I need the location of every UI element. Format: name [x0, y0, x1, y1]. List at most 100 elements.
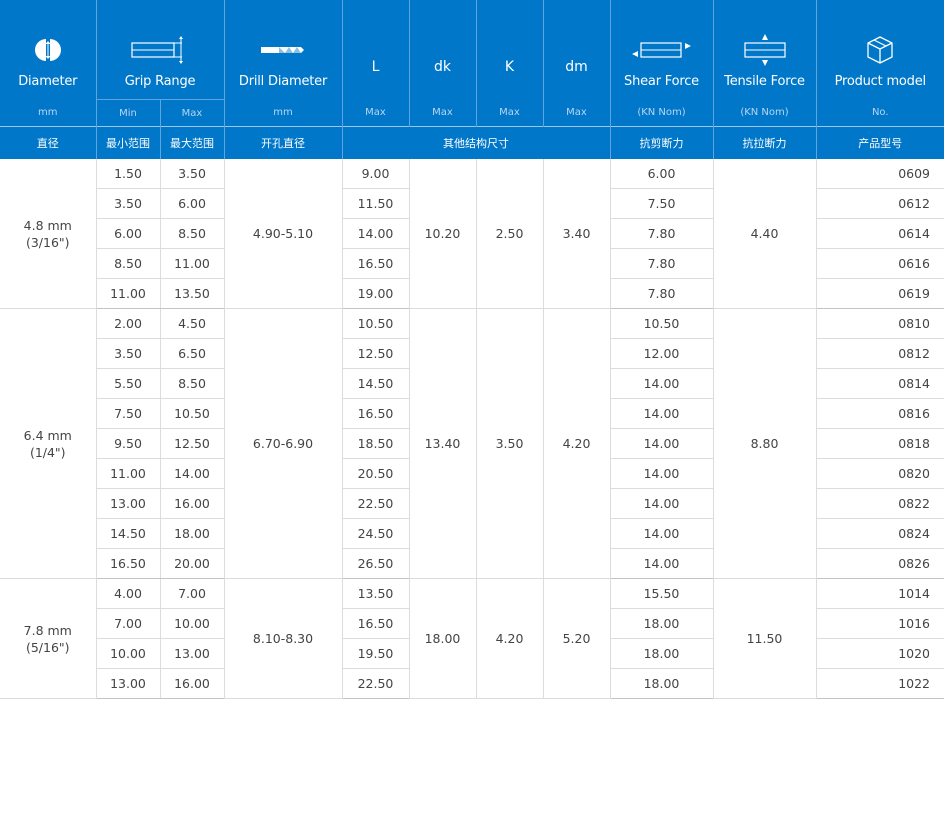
dk-title: dk — [434, 59, 451, 76]
grip-max-cell: 20.00 — [159, 548, 224, 579]
table-row: 7.8 mm (5/16") 4.00 7.00 8.10-8.30 13.50 18.00… — [0, 578, 944, 699]
tensile-cn: 抗拉断力 — [712, 126, 816, 159]
grip-min-cell: 13.00 — [95, 668, 160, 699]
diameter-cell: 6.4 mm (1/4") — [0, 308, 96, 579]
shear-cell: 14.00 — [609, 458, 713, 489]
shear-header: Shear Force — [609, 0, 713, 100]
model-cell: 0818 — [815, 428, 944, 459]
l-cell: 14.00 — [341, 218, 409, 249]
grip-max-cell: 10.50 — [159, 398, 224, 429]
l-cell: 19.00 — [341, 278, 409, 309]
grip-min-cell: 6.00 — [95, 218, 160, 249]
model-cell: 1016 — [815, 608, 944, 639]
grip-range-title: Grip Range — [124, 74, 196, 89]
model-cell: 0824 — [815, 518, 944, 549]
shear-cell: 14.00 — [609, 398, 713, 429]
grip-max-cell: 12.50 — [159, 428, 224, 459]
grip-min-cell: 7.00 — [95, 608, 160, 639]
grip-max-cell: 6.50 — [159, 338, 224, 369]
diameter-inch: (5/16") — [25, 639, 70, 655]
shear-cn: 抗剪断力 — [609, 126, 713, 159]
model-cell: 0609 — [815, 159, 944, 189]
l-cell: 22.50 — [341, 668, 409, 699]
shear-cell: 14.00 — [609, 548, 713, 579]
model-cell: 0810 — [815, 308, 944, 339]
model-cell: 0616 — [815, 248, 944, 279]
grip-max-cell: 7.00 — [159, 578, 224, 609]
model-title: Product model — [834, 74, 927, 90]
diameter-mm: 4.8 mm — [23, 217, 72, 233]
grip-max-cell: 14.00 — [159, 458, 224, 489]
grip-max-cell: 16.00 — [159, 668, 224, 699]
model-unit: No. — [815, 99, 944, 127]
grip-min-cell: 4.00 — [95, 578, 160, 609]
grip-min-cell: 2.00 — [95, 308, 160, 339]
diameter-cn: 直径 — [0, 126, 96, 159]
tensile-cell: 4.40 — [712, 159, 816, 309]
model-cell: 0820 — [815, 458, 944, 489]
grip-max-cell: 8.50 — [159, 218, 224, 249]
shear-cell: 7.80 — [609, 278, 713, 309]
grip-min-cell: 16.50 — [95, 548, 160, 579]
table-row: 6.4 mm (1/4") 2.00 4.50 6.70-6.90 10.50 13.40 3… — [0, 308, 944, 579]
diameter-title: Diameter — [18, 74, 78, 90]
drill-cell: 4.90-5.10 — [223, 159, 342, 309]
grip-range-header: Grip Range — [95, 0, 224, 100]
tensile-title: Tensile Force — [724, 74, 805, 90]
grip-max-cell: 13.00 — [159, 638, 224, 669]
drill-bit-icon — [261, 46, 304, 53]
l-cell: 19.50 — [341, 638, 409, 669]
l-cell: 16.50 — [341, 608, 409, 639]
model-cell: 0619 — [815, 278, 944, 309]
diameter-cell: 4.8 mm (3/16") — [0, 159, 96, 309]
shear-cell: 14.00 — [609, 428, 713, 459]
tensile-unit: (KN Nom) — [712, 99, 816, 127]
l-cell: 18.50 — [341, 428, 409, 459]
l-cell: 22.50 — [341, 488, 409, 519]
shear-cell: 18.00 — [609, 668, 713, 699]
dm-cell: 3.40 — [542, 159, 610, 309]
grip-min-cn: 最小范围 — [95, 126, 160, 159]
dm-cell: 4.20 — [542, 308, 610, 579]
grip-min-cell: 13.00 — [95, 488, 160, 519]
shear-cell: 14.00 — [609, 518, 713, 549]
grip-min-cell: 11.00 — [95, 458, 160, 489]
k-cell: 2.50 — [475, 159, 543, 309]
dk-cell: 10.20 — [408, 159, 476, 309]
l-cell: 10.50 — [341, 308, 409, 339]
l-cell: 16.50 — [341, 398, 409, 429]
tensile-header: Tensile Force — [712, 0, 816, 100]
l-header: L — [341, 0, 409, 100]
diameter-mm: 6.4 mm — [23, 427, 72, 443]
l-cell: 14.50 — [341, 368, 409, 399]
shear-cell: 14.00 — [609, 488, 713, 519]
grip-min-cell: 1.50 — [95, 159, 160, 189]
grip-min-cell: 11.00 — [95, 278, 160, 309]
model-cell: 0812 — [815, 338, 944, 369]
model-cell: 0826 — [815, 548, 944, 579]
k-cell: 3.50 — [475, 308, 543, 579]
l-cell: 12.50 — [341, 338, 409, 369]
diameter-header: Diameter — [0, 0, 96, 100]
grip-min-cell: 5.50 — [95, 368, 160, 399]
l-title: L — [371, 59, 380, 76]
drill-cell: 6.70-6.90 — [223, 308, 342, 579]
drill-unit: mm — [223, 99, 342, 127]
grip-min-unit: Min — [95, 99, 160, 127]
drill-title: Drill Diameter — [238, 74, 328, 90]
grip-max-cell: 18.00 — [159, 518, 224, 549]
grip-max-cell: 16.00 — [159, 488, 224, 519]
model-cell: 1022 — [815, 668, 944, 699]
grip-min-cell: 9.50 — [95, 428, 160, 459]
grip-range-icon — [131, 35, 183, 64]
dk-cell: 18.00 — [408, 578, 476, 699]
k-title: K — [504, 59, 515, 76]
diameter-unit: mm — [0, 99, 96, 127]
diameter-cell: 7.8 mm (5/16") — [0, 578, 96, 699]
l-cell: 11.50 — [341, 188, 409, 219]
l-cell: 24.50 — [341, 518, 409, 549]
shear-cell: 7.80 — [609, 248, 713, 279]
header-row-chinese: 直径 最小范围 最大范围 开孔直径 其他结构尺寸 抗剪断力 抗拉断力 产品型号 — [0, 126, 944, 159]
header-row-units: mm Min Max mm Max Max Max Max (KN Nom) (… — [0, 99, 944, 127]
dm-unit: Max — [542, 99, 610, 127]
